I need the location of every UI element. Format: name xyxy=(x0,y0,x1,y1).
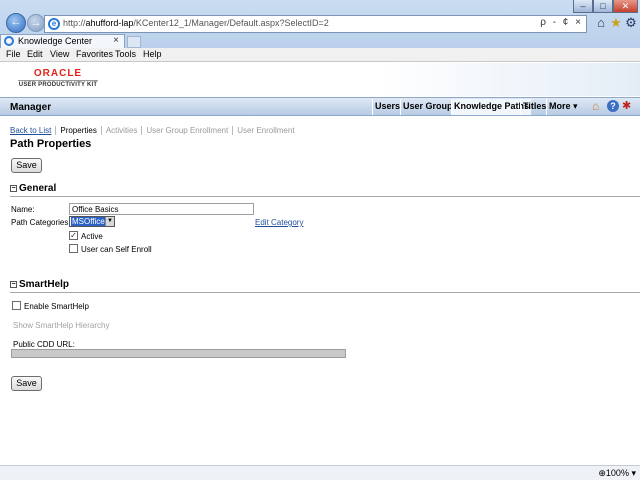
status-bar: ⊕100% ▾ xyxy=(0,465,640,480)
forward-arrow-icon[interactable]: → xyxy=(27,14,45,32)
path-categories-select[interactable]: MSOffice ▼ xyxy=(69,216,115,227)
star-icon[interactable]: ★ xyxy=(608,15,624,31)
browser-chrome: – □ ✕ ← → e http://ahufford-lap/KCenter1… xyxy=(0,0,640,62)
save-button-bottom[interactable]: Save xyxy=(11,376,42,391)
menu-view[interactable]: View xyxy=(50,49,69,59)
self-enroll-checkbox[interactable] xyxy=(69,244,78,253)
logo-subtitle: USER PRODUCTIVITY KIT xyxy=(18,82,98,88)
show-smarthelp-hierarchy-link[interactable]: Show SmartHelp Hierarchy xyxy=(13,321,109,330)
tab-users[interactable]: Users xyxy=(372,99,402,115)
name-field[interactable] xyxy=(69,203,254,215)
menu-edit[interactable]: Edit xyxy=(27,49,43,59)
tab-activities[interactable]: Activities xyxy=(100,126,142,135)
enable-smarthelp-label: Enable SmartHelp xyxy=(24,302,89,311)
tab-user-group-enrollment[interactable]: User Group Enrollment xyxy=(141,126,233,135)
url-text[interactable]: http://ahufford-lap/KCenter12_1/Manager/… xyxy=(63,18,329,28)
logo-word: ORACLE xyxy=(33,68,83,79)
tab-user-enrollment[interactable]: User Enrollment xyxy=(232,126,299,135)
brand-banner: ORACLE USER PRODUCTIVITY KIT xyxy=(0,63,640,96)
menu-tools[interactable]: Tools xyxy=(115,49,136,59)
tab-titles[interactable]: Titles xyxy=(520,99,548,115)
collapse-icon[interactable]: − xyxy=(10,185,17,192)
page-title: Path Properties xyxy=(10,138,92,150)
back-arrow-icon[interactable]: ← xyxy=(6,13,26,33)
url-path: /KCenter12_1/Manager/Default.aspx?Select… xyxy=(133,18,329,28)
public-cdd-url-label: Public CDD URL: xyxy=(13,340,75,349)
tab-title: Knowledge Center xyxy=(18,36,93,46)
help-icon[interactable]: ? xyxy=(607,100,619,112)
ie-tab-icon xyxy=(4,36,14,46)
back-to-list-link[interactable]: Back to List xyxy=(10,126,55,135)
url-prefix: http:// xyxy=(63,18,86,28)
close-window-button[interactable]: ✕ xyxy=(613,0,638,13)
self-enroll-label: User can Self Enroll xyxy=(81,245,152,254)
exit-icon[interactable]: ✱ xyxy=(622,100,634,112)
save-button[interactable]: Save xyxy=(11,158,42,173)
public-cdd-url-field[interactable] xyxy=(11,349,346,358)
divider xyxy=(10,196,640,197)
zoom-level: 100% xyxy=(605,468,629,478)
general-heading: General xyxy=(19,183,57,194)
zoom-icon: ⊕ xyxy=(598,468,606,478)
active-label: Active xyxy=(81,232,103,241)
tab-more[interactable]: More ▾ xyxy=(546,99,580,115)
selected-category: MSOffice xyxy=(71,217,106,226)
chevron-down-icon[interactable]: ▼ xyxy=(105,217,114,226)
app-title: Manager xyxy=(10,102,52,113)
smarthelp-section-header[interactable]: − SmartHelp xyxy=(10,279,69,290)
menu-favorites[interactable]: Favorites xyxy=(76,49,113,59)
gear-icon[interactable]: ⚙ xyxy=(623,15,639,31)
active-checkbox[interactable]: ✓ xyxy=(69,231,78,240)
close-tab-icon[interactable]: × xyxy=(113,35,119,46)
url-host: ahufford-lap xyxy=(85,18,134,28)
zoom-control[interactable]: ⊕100% ▾ xyxy=(598,468,636,479)
divider xyxy=(10,292,640,293)
name-label: Name: xyxy=(11,205,35,214)
tab-knowledge-paths[interactable]: Knowledge Paths xyxy=(451,99,532,115)
menu-bar: File Edit View Favorites Tools Help xyxy=(0,48,640,62)
smarthelp-heading: SmartHelp xyxy=(19,279,70,290)
tab-properties[interactable]: Properties xyxy=(55,126,101,135)
enable-smarthelp-checkbox[interactable] xyxy=(12,301,21,310)
home-icon[interactable]: ⌂ xyxy=(592,100,605,113)
manager-header: Manager Users User Groups Knowledge Path… xyxy=(0,97,640,116)
path-categories-label: Path Categories: xyxy=(11,218,71,227)
menu-file[interactable]: File xyxy=(6,49,21,59)
browser-tab[interactable]: Knowledge Center × xyxy=(0,34,125,48)
address-bar[interactable]: e http://ahufford-lap/KCenter12_1/Manage… xyxy=(44,15,587,33)
home-icon[interactable]: ⌂ xyxy=(593,15,609,31)
maximize-button[interactable]: □ xyxy=(593,0,613,13)
breadcrumb: Back to List Properties Activities User Gro… xyxy=(10,126,299,135)
chevron-down-icon[interactable]: ▾ xyxy=(631,468,636,478)
oracle-logo: ORACLE USER PRODUCTIVITY KIT xyxy=(18,68,98,88)
minimize-button[interactable]: – xyxy=(573,0,593,13)
address-tools-icons[interactable]: ρ - ¢ × xyxy=(540,17,583,28)
ie-logo-icon: e xyxy=(48,18,60,30)
collapse-icon[interactable]: − xyxy=(10,281,17,288)
edit-category-link[interactable]: Edit Category xyxy=(255,218,303,227)
new-tab-button[interactable] xyxy=(127,36,141,48)
menu-help[interactable]: Help xyxy=(143,49,162,59)
general-section-header[interactable]: − General xyxy=(10,183,56,194)
